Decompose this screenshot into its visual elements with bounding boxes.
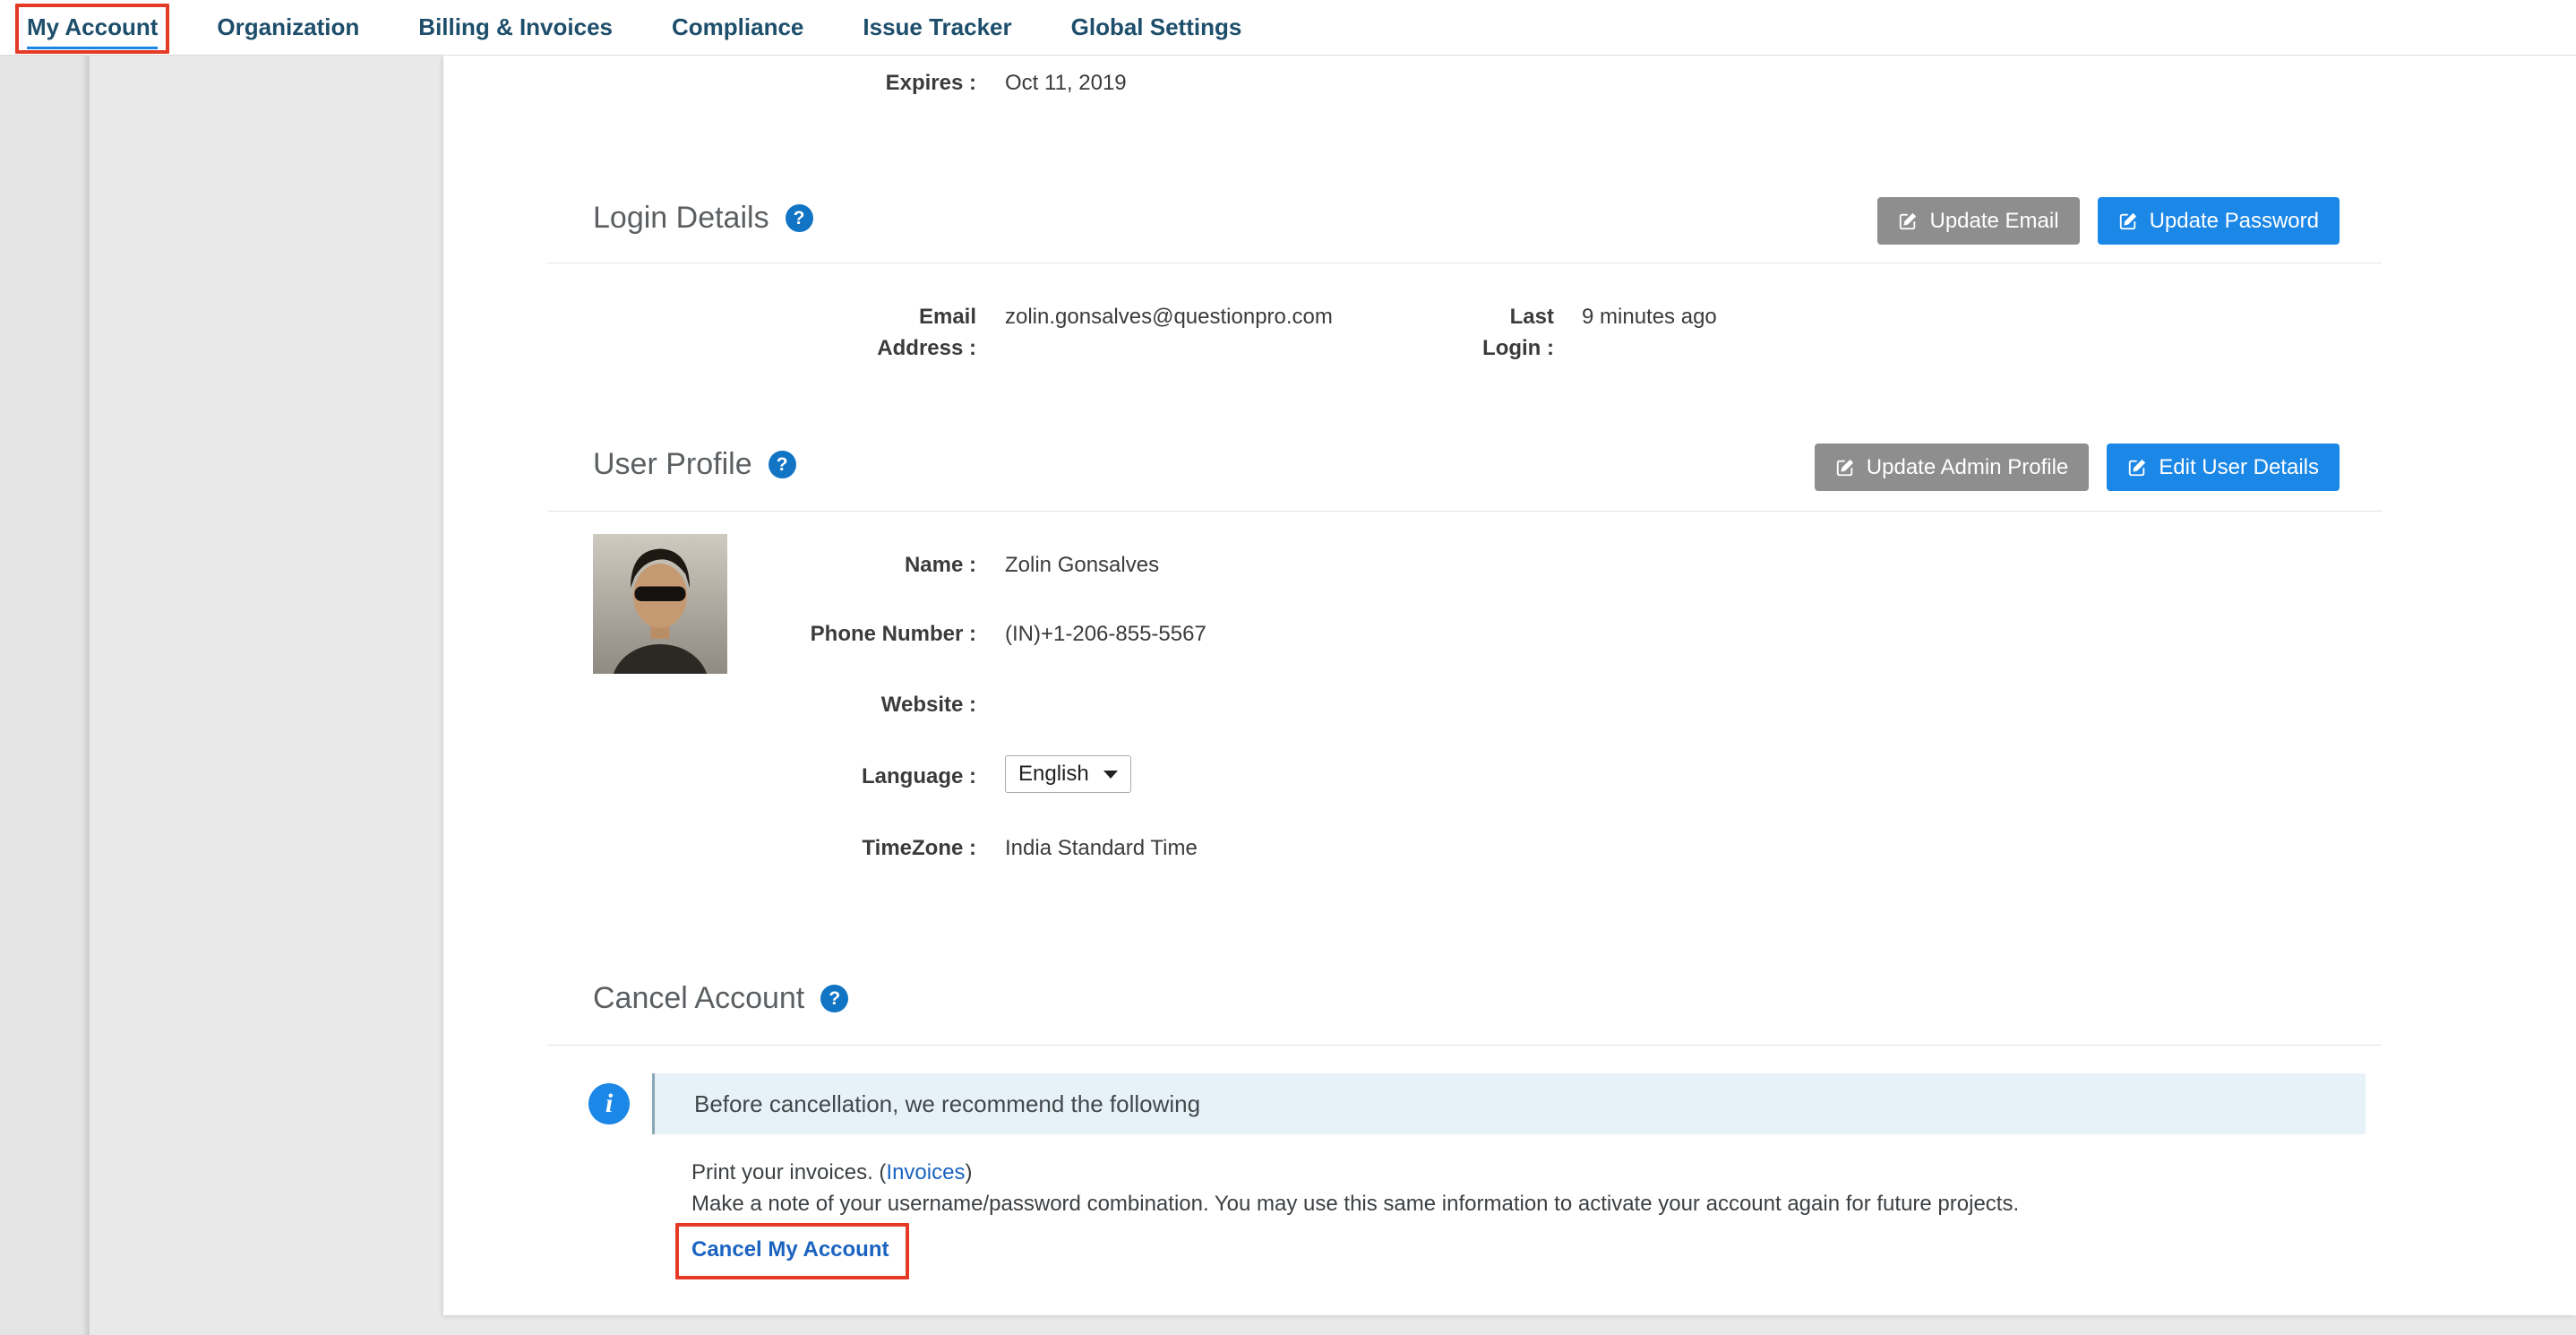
tab-global-settings[interactable]: Global Settings: [1071, 13, 1242, 41]
cancel-my-account-wrapper: Cancel My Account: [691, 1237, 889, 1262]
collapsed-sidebar: [0, 56, 90, 1335]
user-profile-actions: Update Admin Profile Edit User Details: [1815, 444, 2340, 491]
last-login-label: Last Login :: [1473, 302, 1554, 365]
edit-icon: [2118, 211, 2138, 231]
update-password-label: Update Password: [2150, 209, 2319, 234]
edit-icon: [1898, 211, 1918, 231]
info-icon: i: [588, 1083, 630, 1124]
expires-value: Oct 11, 2019: [1005, 68, 1127, 99]
section-divider: [547, 511, 2382, 512]
print-invoices-line: Print your invoices. (Invoices): [691, 1160, 972, 1185]
edit-user-details-label: Edit User Details: [2159, 455, 2319, 480]
phone-number-value: (IN)+1-206-855-5567: [1005, 619, 1206, 650]
update-password-button[interactable]: Update Password: [2098, 197, 2340, 245]
tab-organization[interactable]: Organization: [217, 13, 359, 41]
print-invoices-text: Print your invoices. (: [691, 1160, 886, 1184]
language-select[interactable]: English: [1005, 755, 1131, 793]
update-email-button[interactable]: Update Email: [1877, 197, 2079, 245]
tab-my-account-label: My Account: [27, 13, 158, 40]
print-invoices-text-suffix: ): [965, 1160, 972, 1184]
username-password-note: Make a note of your username/password co…: [691, 1192, 2019, 1217]
tab-compliance-label: Compliance: [672, 13, 803, 40]
edit-user-details-button[interactable]: Edit User Details: [2107, 444, 2340, 491]
expires-label: Expires :: [708, 68, 976, 99]
user-profile-help-icon[interactable]: ?: [769, 451, 796, 478]
tab-issue-tracker-label: Issue Tracker: [863, 13, 1011, 40]
phone-number-label: Phone Number :: [708, 619, 976, 650]
tab-my-account[interactable]: My Account: [27, 13, 158, 41]
login-details-help-icon[interactable]: ?: [786, 204, 813, 232]
my-account-page: My Account Organization Billing & Invoic…: [0, 0, 2576, 1335]
timezone-value: India Standard Time: [1005, 833, 1198, 865]
cancel-account-heading: Cancel Account ?: [593, 981, 848, 1016]
update-admin-profile-label: Update Admin Profile: [1867, 455, 2068, 480]
user-profile-heading: User Profile ?: [593, 447, 796, 482]
update-email-label: Update Email: [1929, 209, 2058, 234]
tab-billing-invoices-label: Billing & Invoices: [418, 13, 613, 40]
invoices-link[interactable]: Invoices: [886, 1160, 965, 1184]
last-login-value: 9 minutes ago: [1582, 302, 1717, 333]
name-label: Name :: [708, 550, 976, 581]
login-details-title: Login Details: [593, 201, 769, 236]
user-profile-title: User Profile: [593, 447, 752, 482]
update-admin-profile-button[interactable]: Update Admin Profile: [1815, 444, 2089, 491]
tab-issue-tracker[interactable]: Issue Tracker: [863, 13, 1011, 41]
tab-billing-invoices[interactable]: Billing & Invoices: [418, 13, 613, 41]
language-select-value: English: [1018, 762, 1089, 787]
cancel-account-help-icon[interactable]: ?: [820, 985, 848, 1012]
active-tab-underline: [27, 47, 158, 49]
alert-title: Before cancellation, we recommend the fo…: [694, 1090, 1200, 1118]
tab-organization-label: Organization: [217, 13, 359, 40]
edit-icon: [1835, 458, 1855, 478]
chevron-down-icon: [1103, 771, 1118, 779]
name-value: Zolin Gonsalves: [1005, 550, 1159, 581]
tab-compliance[interactable]: Compliance: [672, 13, 803, 41]
cancel-account-title: Cancel Account: [593, 981, 804, 1016]
edit-icon: [2127, 458, 2147, 478]
tab-global-settings-label: Global Settings: [1071, 13, 1242, 40]
account-content-panel: Expires : Oct 11, 2019 Login Details ? U…: [443, 56, 2576, 1315]
email-address-value: zolin.gonsalves@questionpro.com: [1005, 302, 1333, 333]
login-details-actions: Update Email Update Password: [1877, 197, 2340, 245]
cancel-my-account-link[interactable]: Cancel My Account: [691, 1237, 889, 1262]
section-divider: [547, 1045, 2382, 1046]
website-label: Website :: [708, 690, 976, 721]
email-address-label: Email Address :: [869, 302, 976, 365]
top-navigation: My Account Organization Billing & Invoic…: [0, 0, 2576, 56]
timezone-label: TimeZone :: [708, 833, 976, 865]
language-label: Language :: [708, 762, 976, 793]
login-details-heading: Login Details ?: [593, 201, 813, 236]
cancellation-info-alert: Before cancellation, we recommend the fo…: [652, 1073, 2366, 1134]
